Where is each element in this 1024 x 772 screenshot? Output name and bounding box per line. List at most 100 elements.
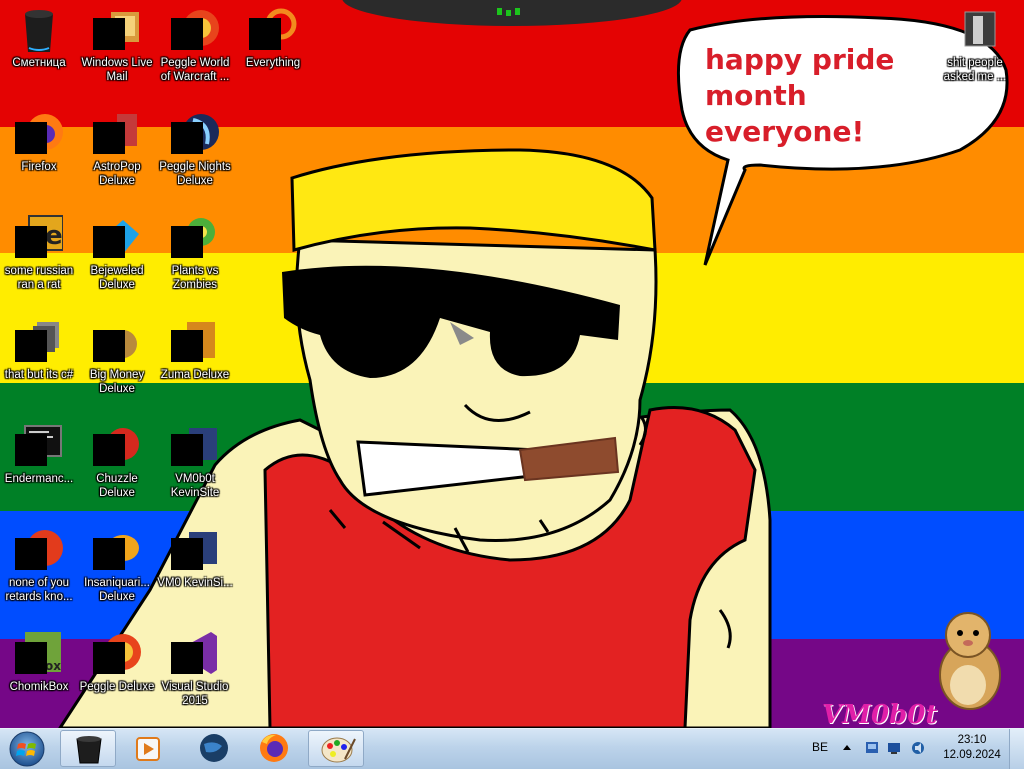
peggle-icon xyxy=(171,6,219,54)
money-bag-icon xyxy=(93,318,141,366)
desktop-shortcut-label: VM0b0t KevinSite xyxy=(170,473,220,499)
censor-box xyxy=(93,434,125,466)
taskbar-recycle-bin-button[interactable] xyxy=(60,730,116,767)
taskbar-media-player-button[interactable] xyxy=(120,730,176,767)
terminal-icon xyxy=(15,422,63,470)
desktop-shortcut-label: Zuma Deluxe xyxy=(160,369,230,381)
paint-icon xyxy=(321,737,356,763)
firefox-icon xyxy=(15,110,63,158)
desktop-shortcut[interactable]: Windows Live Mail xyxy=(78,0,156,100)
chuzzle-icon xyxy=(93,422,141,470)
svg-text:ox: ox xyxy=(45,659,61,673)
clock[interactable]: 23:10 12.09.2024 xyxy=(934,733,1010,763)
language-indicator[interactable]: BE xyxy=(812,740,828,754)
desktop-shortcut[interactable]: Insaniquari... Deluxe xyxy=(78,520,156,620)
taskbar-globe-button[interactable] xyxy=(186,730,242,767)
desktop-shortcut-label: Chuzzle Deluxe xyxy=(96,473,138,499)
desktop-shortcut-label: Windows Live Mail xyxy=(81,57,153,83)
app-icon xyxy=(15,526,63,574)
desktop-shortcut-label: Plants vs Zombies xyxy=(171,265,219,291)
windows-orb-icon[interactable] xyxy=(4,730,50,768)
desktop-shortcut[interactable]: Chuzzle Deluxe xyxy=(78,416,156,516)
desktop-shortcut[interactable]: Zuma Deluxe xyxy=(156,312,234,412)
censor-box xyxy=(249,18,281,50)
desktop-shortcut-label: VM0 KevinSi... xyxy=(157,577,233,589)
censor-box xyxy=(171,330,203,362)
desktop-shortcut-label: Everything xyxy=(245,57,301,69)
fish-icon xyxy=(93,526,141,574)
game-icon xyxy=(93,110,141,158)
desktop-shortcut[interactable]: AstroPop Deluxe xyxy=(78,104,156,204)
censor-box xyxy=(171,18,203,50)
desktop-shortcut[interactable]: Visual Studio 2015 xyxy=(156,624,234,724)
yellow-cap xyxy=(290,148,657,252)
desktop-shortcut[interactable]: Endermanc... xyxy=(0,416,78,516)
desktop-shortcut[interactable]: VM0 KevinSi... xyxy=(156,520,234,620)
desktop-shortcut-label: ChomikBox xyxy=(9,681,69,693)
shortcut-icon xyxy=(171,422,219,470)
desktop-shortcut[interactable]: Firefox xyxy=(0,104,78,204)
desktop-shortcut[interactable]: Big Money Deluxe xyxy=(78,312,156,412)
desktop-shortcut[interactable]: e some russian ran a rat xyxy=(0,208,78,308)
desktop-shortcut[interactable]: none of you retards kno... xyxy=(0,520,78,620)
network-icon[interactable] xyxy=(886,740,902,756)
desktop: happy pride month everyone! VM0b0t Сметн… xyxy=(0,0,1024,728)
document-stack-icon xyxy=(15,318,63,366)
taskbar-firefox-button[interactable] xyxy=(246,730,302,767)
desktop-shortcut[interactable]: Bejeweled Deluxe xyxy=(78,208,156,308)
desktop-shortcut-label: none of you retards kno... xyxy=(5,577,73,603)
desktop-shortcut[interactable]: Peggle World of Warcraft ... xyxy=(156,0,234,100)
plant-icon xyxy=(171,214,219,262)
desktop-shortcut[interactable]: Peggle Deluxe xyxy=(78,624,156,724)
svg-text:e: e xyxy=(45,221,63,251)
desktop-shortcut[interactable]: Peggle Nights Deluxe xyxy=(156,104,234,204)
speech-bubble-text: happy pride month everyone! xyxy=(705,42,965,150)
censor-box xyxy=(15,330,47,362)
peggle-nights-icon xyxy=(171,110,219,158)
gem-icon xyxy=(93,214,141,262)
censor-box xyxy=(171,226,203,258)
censor-box xyxy=(93,122,125,154)
desktop-shortcut[interactable]: Plants vs Zombies xyxy=(156,208,234,308)
censor-box xyxy=(15,226,47,258)
censor-box xyxy=(171,122,203,154)
desktop-shortcut[interactable]: ox ChomikBox xyxy=(0,624,78,724)
speech-line-1: happy pride month xyxy=(705,43,895,112)
desktop-shortcut[interactable]: Everything xyxy=(234,0,312,100)
folder-icon xyxy=(951,6,999,54)
censor-box xyxy=(15,122,47,154)
desktop-shortcut[interactable]: Сметница xyxy=(0,0,78,100)
desktop-shortcut[interactable]: VM0b0t KevinSite xyxy=(156,416,234,516)
globe-icon xyxy=(200,734,228,762)
censor-box xyxy=(15,642,47,674)
desktop-shortcut-label: Big Money Deluxe xyxy=(89,369,145,395)
tray-app-icon[interactable] xyxy=(864,740,880,756)
recycle-bin-icon xyxy=(76,736,102,764)
speaker-icon[interactable] xyxy=(910,740,926,756)
clock-time: 23:10 xyxy=(957,734,987,746)
desktop-shortcut[interactable]: shit people asked me ... xyxy=(936,0,1014,100)
peggle-icon xyxy=(93,630,141,678)
censor-box xyxy=(171,434,203,466)
tray-expand-arrow-icon[interactable] xyxy=(842,743,852,753)
desktop-shortcut-label: Visual Studio 2015 xyxy=(161,681,229,707)
taskbar: BE 23:10 12.09.2024 xyxy=(0,728,1024,769)
desktop-shortcut[interactable]: that but its c# xyxy=(0,312,78,412)
show-desktop-button[interactable] xyxy=(1009,729,1024,769)
desktop-shortcut-label: Endermanc... xyxy=(4,473,74,485)
taskbar-paint-button[interactable] xyxy=(308,730,364,767)
desktop-shortcut-label: some russian ran a rat xyxy=(4,265,74,291)
desktop-shortcut-label: Сметница xyxy=(12,57,66,69)
hamster-icon: ox xyxy=(15,630,63,678)
start-button[interactable] xyxy=(4,730,50,768)
speech-line-2: everyone! xyxy=(705,115,865,148)
censor-box xyxy=(15,538,47,570)
desktop-shortcut-label: Firefox xyxy=(21,161,57,173)
desktop-shortcut-label: Insaniquari... Deluxe xyxy=(84,577,150,603)
clock-date: 12.09.2024 xyxy=(943,749,1001,761)
desktop-shortcut-label: that but its c# xyxy=(4,369,74,381)
censor-box xyxy=(15,434,47,466)
firefox-icon xyxy=(260,734,288,762)
desktop-shortcut-label: Peggle Deluxe xyxy=(79,681,155,693)
censor-box xyxy=(93,330,125,362)
